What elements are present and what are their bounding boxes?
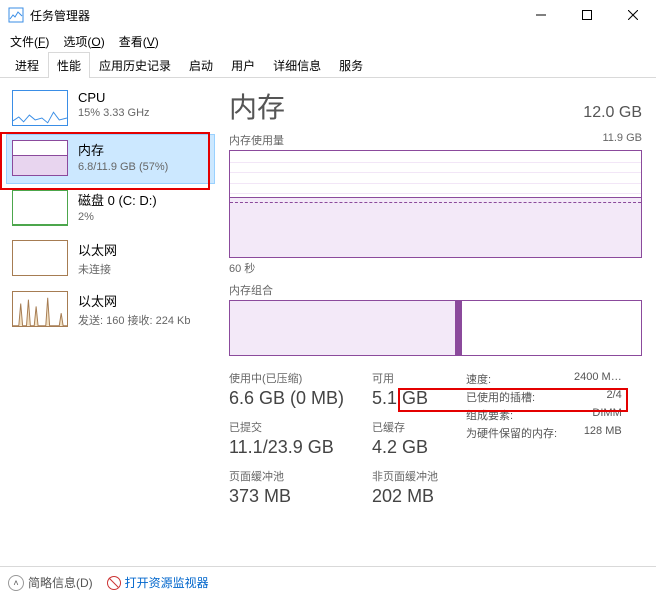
stat-available-value: 5.1 GB [372,388,438,409]
cpu-thumb-icon [12,90,68,126]
sidebar-eth0-sub: 未连接 [78,261,117,277]
open-resmon-link[interactable]: 打开资源监视器 [107,574,209,591]
sidebar-eth0-label: 以太网 [78,240,117,259]
spec-reserved-label: 为硬件保留的内存: [466,425,557,441]
spec-form-label: 组成要素: [466,407,556,423]
menu-view[interactable]: 查看(V) [113,31,165,52]
tab-startup[interactable]: 启动 [180,52,222,78]
stat-in-use-label: 使用中(已压缩) [229,370,344,386]
tab-processes[interactable]: 进程 [6,52,48,78]
minimize-button[interactable] [518,0,564,30]
stat-paged-label: 页面缓冲池 [229,468,344,484]
stat-committed-value: 11.1/23.9 GB [229,437,344,458]
memory-usage-chart [229,150,642,258]
stat-cached-value: 4.2 GB [372,437,438,458]
composition-label: 内存组合 [229,282,273,298]
menu-options[interactable]: 选项(O) [57,31,110,52]
sidebar-item-disk[interactable]: 磁盘 0 (C: D:) 2% [6,184,215,234]
stat-nonpaged-label: 非页面缓冲池 [372,468,438,484]
tab-users[interactable]: 用户 [222,52,264,78]
sidebar-disk-sub: 2% [78,211,157,223]
stat-nonpaged-value: 202 MB [372,486,438,507]
sidebar-disk-label: 磁盘 0 (C: D:) [78,190,157,209]
disk-thumb-icon [12,190,68,226]
sidebar: CPU 15% 3.33 GHz 内存 6.8/11.9 GB (57%) 磁盘… [0,78,215,558]
stat-cached-label: 已缓存 [372,419,438,435]
usage-chart-label: 内存使用量 [229,132,284,148]
sidebar-eth1-label: 以太网 [78,291,191,310]
page-title: 内存 [229,86,285,126]
stat-available-label: 可用 [372,370,438,386]
spec-slots-label: 已使用的插槽: [466,389,556,405]
sidebar-item-cpu[interactable]: CPU 15% 3.33 GHz [6,84,215,134]
tab-services[interactable]: 服务 [330,52,372,78]
sidebar-memory-sub: 6.8/11.9 GB (57%) [78,161,168,173]
ethernet-thumb-icon [12,240,68,276]
tab-performance[interactable]: 性能 [48,52,90,78]
app-icon [8,7,24,23]
stat-paged-value: 373 MB [229,486,344,507]
sidebar-item-memory[interactable]: 内存 6.8/11.9 GB (57%) [6,134,215,184]
sidebar-eth1-sub: 发送: 160 接收: 224 Kb [78,312,191,328]
tab-apphistory[interactable]: 应用历史记录 [90,52,180,78]
resmon-icon [107,576,121,590]
sidebar-cpu-sub: 15% 3.33 GHz [78,107,150,119]
window-title: 任务管理器 [30,7,518,24]
sidebar-memory-label: 内存 [78,140,168,159]
usage-chart-max: 11.9 GB [602,132,642,148]
ethernet-thumb-icon [12,291,68,327]
spec-form-value: DIMM [592,407,621,423]
sidebar-cpu-label: CPU [78,90,150,105]
memory-composition-chart [229,300,642,356]
fewer-details-link[interactable]: ˄ 简略信息(D) [8,574,93,591]
spec-slots-value: 2/4 [606,389,621,405]
stat-committed-label: 已提交 [229,419,344,435]
spec-speed-label: 速度: [466,371,556,387]
memory-total: 12.0 GB [583,104,642,122]
close-button[interactable] [610,0,656,30]
memory-thumb-icon [12,140,68,176]
sidebar-item-ethernet-0[interactable]: 以太网 未连接 [6,234,215,285]
chevron-up-icon: ˄ [8,575,24,591]
tabs: 进程 性能 应用历史记录 启动 用户 详细信息 服务 [0,52,656,78]
menu-file[interactable]: 文件(F) [4,31,55,52]
tab-details[interactable]: 详细信息 [264,52,330,78]
sidebar-item-ethernet-1[interactable]: 以太网 发送: 160 接收: 224 Kb [6,285,215,336]
maximize-button[interactable] [564,0,610,30]
spec-table: 速度: 2400 M… 已使用的插槽: 2/4 组成要素: DIMM 为硬件保留的内存… [466,370,622,507]
main-panel: 内存 12.0 GB 内存使用量 11.9 GB 60 秒 内存组合 使用中(已… [215,78,656,558]
stat-in-use-value: 6.6 GB (0 MB) [229,388,344,409]
spec-reserved-value: 128 MB [584,425,622,441]
chart-x-axis-label: 60 秒 [229,260,642,276]
spec-speed-value: 2400 M… [574,371,622,387]
